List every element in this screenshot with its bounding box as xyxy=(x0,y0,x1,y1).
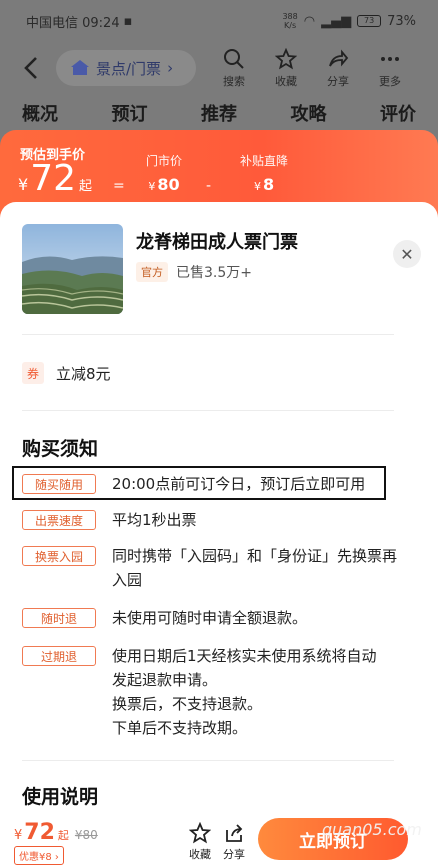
equals-sign: = xyxy=(113,178,125,194)
notice-rule: 换票入园 同时携带「入园码」和「身份证」先换票再 入园 xyxy=(22,544,402,594)
star-icon xyxy=(275,48,297,70)
bottom-price: ¥ 72 起 ¥80 xyxy=(14,820,98,845)
rule-tag: 随时退 xyxy=(22,608,96,628)
divider xyxy=(22,760,394,761)
tab-guide[interactable]: 攻略 xyxy=(291,100,327,134)
chevron-right-icon: › xyxy=(54,852,59,863)
breadcrumb-label: 景点/门票 xyxy=(96,59,162,78)
search-button[interactable]: 搜索 xyxy=(208,48,260,89)
nav-bar: 景点/门票 › 搜索 收藏 分享 更多 xyxy=(0,42,438,94)
coupon-badge: 券 xyxy=(22,362,44,384)
coupon-text: 立减8元 xyxy=(56,364,111,383)
rule-tag: 过期退 xyxy=(22,646,96,666)
bottom-price-value: 72 xyxy=(24,820,55,845)
estimated-price: ¥ 72 起 xyxy=(18,158,92,199)
rule-tag: 出票速度 xyxy=(22,510,96,530)
more-button[interactable]: 更多 xyxy=(364,48,416,89)
search-icon xyxy=(224,49,244,69)
share-icon xyxy=(226,824,243,842)
currency-symbol: ¥ xyxy=(18,175,29,194)
notice-rule: 随时退 未使用可随时申请全额退款。 xyxy=(22,606,402,632)
more-label: 更多 xyxy=(379,75,401,88)
price-suffix: 起 xyxy=(79,179,93,194)
rule-tag: 换票入园 xyxy=(22,546,96,566)
rice-terrace-image xyxy=(22,224,123,314)
highlight-box xyxy=(12,466,386,500)
bottom-favorite-button[interactable]: 收藏 xyxy=(182,822,218,862)
minus-sign: - xyxy=(206,178,212,194)
close-button[interactable]: ✕ xyxy=(393,240,421,268)
status-bar: 中国电信 09:24 ▪ 388 K/s ◠ ▂▄▆ 73 73% xyxy=(0,0,438,40)
search-label: 搜索 xyxy=(223,75,245,88)
subsidy: 补贴直降 ¥8 xyxy=(240,154,289,194)
tab-recommend[interactable]: 推荐 xyxy=(201,100,237,134)
bottom-share-button[interactable]: 分享 xyxy=(216,822,252,862)
status-left: 中国电信 09:24 ▪ xyxy=(26,12,132,31)
sold-count: 已售3.5万+ xyxy=(176,265,252,281)
market-price-label: 门市价 xyxy=(146,154,183,168)
tab-booking[interactable]: 预订 xyxy=(112,100,148,134)
product-title: 龙脊梯田成人票门票 xyxy=(136,232,298,253)
product-meta: 官方 已售3.5万+ xyxy=(136,262,252,282)
notice-rule: 过期退 使用日期后1天经核实未使用系统将自动 发起退款申请。 换票后，不支持退款… xyxy=(22,644,402,744)
battery-percent: 73% xyxy=(387,13,416,29)
star-icon xyxy=(189,822,211,844)
rule-text: 平均1秒出票 xyxy=(112,511,197,529)
tab-overview[interactable]: 概况 xyxy=(22,100,58,134)
breadcrumb[interactable]: 景点/门票 › xyxy=(56,50,196,86)
carrier-time: 中国电信 09:24 xyxy=(26,16,120,31)
divider xyxy=(22,334,394,335)
notification-icon: ▪ xyxy=(123,14,133,29)
wifi-icon: ◠ xyxy=(303,13,316,29)
product-thumbnail xyxy=(22,224,123,314)
landmark-icon xyxy=(71,60,89,75)
market-price-value: 80 xyxy=(157,175,180,194)
status-right: 388 K/s ◠ ▂▄▆ 73 73% xyxy=(282,12,416,30)
usage-title: 使用说明 xyxy=(22,786,99,808)
discount-badge[interactable]: 优惠¥8 › xyxy=(14,846,64,865)
booking-sheet: 龙脊梯田成人票门票 官方 已售3.5万+ ✕ 券 立减8元 购买须知 随买随用 … xyxy=(0,202,438,867)
market-price: 门市价 ¥80 xyxy=(146,154,183,194)
net-speed: 388 K/s xyxy=(282,12,298,30)
tab-reviews[interactable]: 评价 xyxy=(380,100,416,134)
rule-text: 使用日期后1天经核实未使用系统将自动 发起退款申请。 换票后，不支持退款。 下单… xyxy=(112,647,377,737)
rule-text: 未使用可随时申请全额退款。 xyxy=(112,609,308,627)
nav-actions: 搜索 收藏 分享 更多 xyxy=(208,48,416,89)
price-value: 72 xyxy=(30,158,76,199)
divider xyxy=(22,410,394,411)
share-button[interactable]: 分享 xyxy=(312,48,364,89)
more-icon xyxy=(381,57,399,61)
purchase-notice-title: 购买须知 xyxy=(22,438,99,460)
subsidy-value: 8 xyxy=(262,175,275,194)
battery-icon: 73 xyxy=(357,15,382,27)
rule-text: 同时携带「入园码」和「身份证」先换票再 入园 xyxy=(112,547,398,589)
notice-rule: 出票速度 平均1秒出票 xyxy=(22,508,402,534)
signal-icon: ▂▄▆ xyxy=(321,13,352,29)
chevron-right-icon: › xyxy=(167,59,174,77)
official-badge: 官方 xyxy=(136,262,168,282)
original-price: ¥80 xyxy=(74,828,98,842)
tab-bar: 概况 预订 推荐 攻略 评价 xyxy=(0,100,438,134)
favorite-button[interactable]: 收藏 xyxy=(260,48,312,89)
share-icon xyxy=(329,49,349,67)
close-icon: ✕ xyxy=(400,244,414,264)
favorite-label: 收藏 xyxy=(275,75,297,88)
back-icon[interactable] xyxy=(20,54,44,82)
coupon-row[interactable]: 券 立减8元 xyxy=(22,362,111,384)
product-card: 龙脊梯田成人票门票 官方 已售3.5万+ ✕ xyxy=(22,224,421,316)
watermark: quan05.com xyxy=(322,820,422,839)
share-label: 分享 xyxy=(327,75,349,88)
subsidy-label: 补贴直降 xyxy=(240,154,289,168)
